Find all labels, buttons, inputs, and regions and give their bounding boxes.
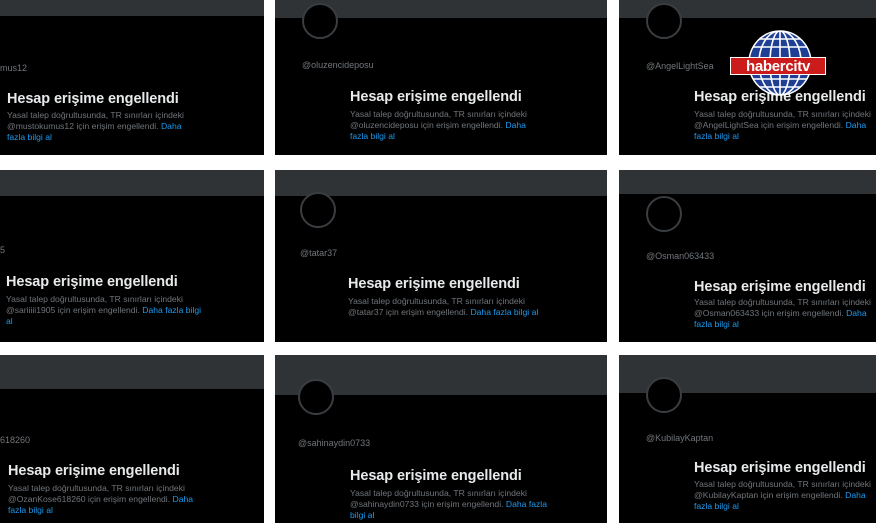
- account-handle: @Osman063433: [646, 251, 715, 261]
- blocked-description: Yasal talep doğrultusunda, TR sınırları …: [694, 297, 874, 330]
- avatar[interactable]: [646, 3, 682, 39]
- blocked-description: Yasal talep doğrultusunda, TR sınırları …: [694, 109, 874, 142]
- blocked-description: Yasal talep doğrultusunda, TR sınırları …: [348, 296, 548, 318]
- blocked-account-card-6: @Osman063433 Hesap erişime engellendi Ya…: [619, 170, 876, 342]
- account-mention: @sahinaydin0733: [350, 499, 419, 509]
- account-handle: mus12: [0, 63, 28, 73]
- desc-prefix: Yasal talep doğrultusunda, TR sınırları …: [7, 110, 184, 120]
- profile-banner: [0, 170, 264, 196]
- desc-suffix: için erişim engellendi.: [420, 120, 504, 130]
- desc-prefix: Yasal talep doğrultusunda, TR sınırları …: [350, 109, 527, 119]
- logo-wordmark: habercitv: [730, 57, 826, 75]
- blocked-account-card-1: mus12 Hesap erişime engellendi Yasal tal…: [0, 0, 264, 155]
- account-handle: @tatar37: [300, 248, 338, 258]
- blocked-title: Hesap erişime engellendi: [8, 463, 180, 479]
- desc-suffix: için erişim engellendi.: [760, 490, 843, 500]
- profile-banner: [275, 170, 607, 196]
- blocked-account-card-2: @oluzencideposu Hesap erişime engellendi…: [275, 0, 607, 155]
- account-mention: @Osman063433: [694, 308, 760, 318]
- desc-suffix: için erişim engellendi.: [57, 305, 140, 315]
- desc-prefix: Yasal talep doğrultusunda, TR sınırları …: [350, 488, 527, 498]
- blocked-account-card-9: @KubilayKaptan Hesap erişime engellendi …: [619, 355, 876, 523]
- habercitv-logo: habercitv: [730, 30, 826, 96]
- desc-suffix: için erişim engellendi.: [761, 120, 844, 130]
- desc-prefix: Yasal talep doğrultusunda, TR sınırları …: [694, 479, 871, 489]
- blocked-title: Hesap erişime engellendi: [7, 91, 179, 107]
- blocked-title: Hesap erişime engellendi: [350, 89, 522, 105]
- account-mention: @tatar37: [348, 307, 384, 317]
- desc-prefix: Yasal talep doğrultusunda, TR sınırları …: [694, 109, 871, 119]
- blocked-title: Hesap erişime engellendi: [6, 274, 178, 290]
- account-mention: @sariiiii1905: [6, 305, 56, 315]
- desc-suffix: için erişim engellendi.: [421, 499, 504, 509]
- account-handle: 618260: [0, 435, 31, 445]
- account-handle: @AngelLightSea: [646, 61, 714, 71]
- desc-prefix: Yasal talep doğrultusunda, TR sınırları …: [6, 294, 183, 304]
- blocked-description: Yasal talep doğrultusunda, TR sınırları …: [350, 488, 550, 521]
- account-mention: @AngelLightSea: [694, 120, 759, 130]
- blocked-description: Yasal talep doğrultusunda, TR sınırları …: [694, 479, 874, 512]
- blocked-account-card-5: @tatar37 Hesap erişime engellendi Yasal …: [275, 170, 607, 342]
- avatar[interactable]: [298, 379, 334, 415]
- avatar[interactable]: [302, 3, 338, 39]
- desc-prefix: Yasal talep doğrultusunda, TR sınırları …: [8, 483, 185, 493]
- account-mention: @oluzencideposu: [350, 120, 419, 130]
- desc-prefix: Yasal talep doğrultusunda, TR sınırları …: [348, 296, 525, 306]
- blocked-account-card-7: 618260 Hesap erişime engellendi Yasal ta…: [0, 355, 264, 523]
- desc-suffix: için erişim engellendi.: [761, 308, 844, 318]
- blocked-title: Hesap erişime engellendi: [348, 276, 520, 292]
- avatar[interactable]: [646, 196, 682, 232]
- account-handle: 5: [0, 245, 6, 255]
- account-handle: @oluzencideposu: [302, 60, 374, 70]
- profile-banner: [619, 170, 876, 194]
- blocked-account-card-4: 5 Hesap erişime engellendi Yasal talep d…: [0, 170, 264, 342]
- blocked-description: Yasal talep doğrultusunda, TR sınırları …: [7, 110, 202, 143]
- blocked-title: Hesap erişime engellendi: [694, 279, 866, 295]
- account-mention: @KubilayKaptan: [694, 490, 759, 500]
- blocked-description: Yasal talep doğrultusunda, TR sınırları …: [350, 109, 545, 142]
- account-mention: @mustokumus12: [7, 121, 74, 131]
- avatar[interactable]: [300, 192, 336, 228]
- learn-more-link[interactable]: Daha fazla bilgi al: [470, 307, 538, 317]
- blocked-title: Hesap erişime engellendi: [350, 468, 522, 484]
- blocked-account-card-8: @sahinaydin0733 Hesap erişime engellendi…: [275, 355, 607, 523]
- account-mention: @OzanKose618260: [8, 494, 86, 504]
- desc-prefix: Yasal talep doğrultusunda, TR sınırları …: [694, 297, 871, 307]
- account-handle: @KubilayKaptan: [646, 433, 714, 443]
- desc-suffix: için erişim engellendi.: [385, 307, 469, 317]
- profile-banner: [0, 0, 264, 16]
- blocked-title: Hesap erişime engellendi: [694, 460, 866, 476]
- account-handle: @sahinaydin0733: [298, 438, 371, 448]
- profile-banner: [0, 355, 264, 389]
- desc-suffix: için erişim engellendi.: [76, 121, 159, 131]
- blocked-description: Yasal talep doğrultusunda, TR sınırları …: [8, 483, 203, 516]
- desc-suffix: için erişim engellendi.: [87, 494, 171, 504]
- blocked-description: Yasal talep doğrultusunda, TR sınırları …: [6, 294, 206, 327]
- avatar[interactable]: [646, 377, 682, 413]
